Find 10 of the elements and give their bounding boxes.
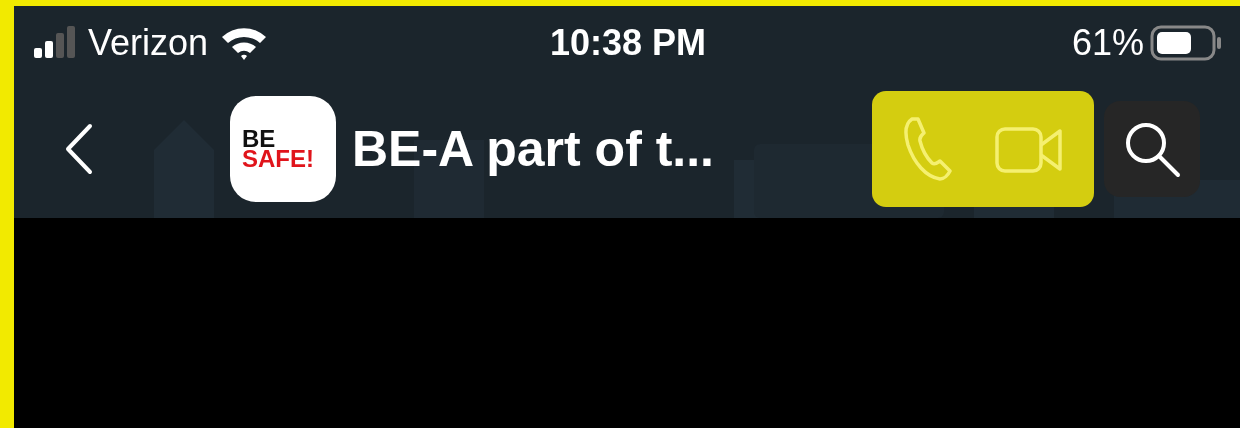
chat-title: BE-A part of t... — [352, 120, 715, 178]
battery-percent: 61% — [1071, 22, 1144, 64]
wifi-icon — [220, 25, 269, 61]
signal-icon — [34, 26, 76, 60]
battery-icon — [1150, 25, 1222, 61]
search-button[interactable] — [1104, 101, 1200, 197]
back-button[interactable] — [64, 123, 94, 175]
group-logo: BE SAFE! — [230, 96, 336, 202]
clock-time: 10:38 PM — [549, 22, 707, 64]
carrier-name: Verizon — [88, 22, 209, 64]
